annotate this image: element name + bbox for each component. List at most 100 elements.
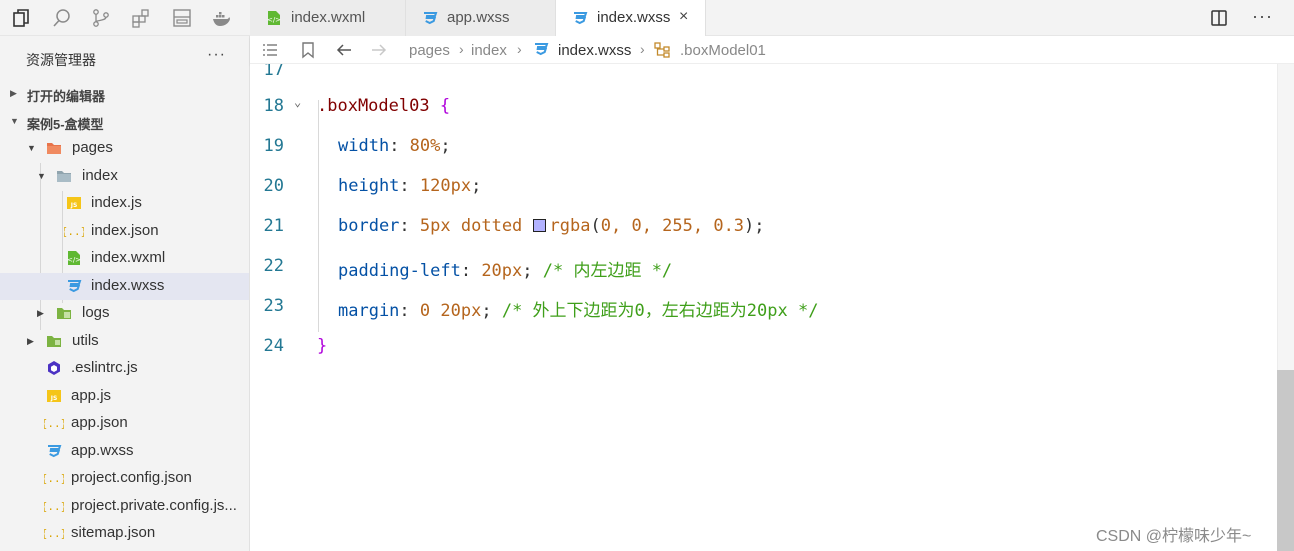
css-property: border bbox=[338, 216, 400, 236]
breadcrumb-item[interactable]: pages bbox=[409, 42, 450, 59]
tree-item-label: utils bbox=[72, 332, 99, 349]
code-text: border: 5px dotted rgba(0, 0, 255, 0.3); bbox=[338, 216, 765, 236]
tree-item-file[interactable]: {..} index.json bbox=[0, 218, 249, 245]
line-number: 19 bbox=[263, 136, 284, 156]
fold-chevron-icon[interactable]: ⌄ bbox=[294, 95, 301, 109]
activity-bar bbox=[0, 0, 250, 36]
tree-item-file[interactable]: {..} project.config.json bbox=[0, 465, 249, 492]
js-file-icon: JS bbox=[46, 388, 62, 404]
tree-item-label: app.json bbox=[71, 414, 128, 431]
open-editors-section[interactable]: ▶ 打开的编辑器 bbox=[0, 80, 249, 107]
code-comment: /* 外上下边距为0，左右边距为20px */ bbox=[501, 301, 819, 321]
tree-item-file[interactable]: JS app.js bbox=[0, 383, 249, 410]
bookmark-icon[interactable] bbox=[299, 41, 317, 59]
tree-item-label: index bbox=[82, 167, 118, 184]
code-line: 18 ⌄ .boxModel03 { bbox=[250, 87, 1277, 127]
tree-item-file[interactable]: {..} sitemap.json bbox=[0, 520, 249, 547]
line-number: 23 bbox=[263, 296, 284, 316]
more-actions-button[interactable]: ··· bbox=[1252, 6, 1273, 27]
css-property: padding-left bbox=[338, 261, 461, 281]
chevron-right-icon: ▶ bbox=[10, 88, 17, 98]
list-icon[interactable] bbox=[261, 41, 279, 59]
tree-item-index-folder[interactable]: ▼ index bbox=[0, 163, 249, 190]
scrollbar-thumb[interactable] bbox=[1277, 370, 1294, 551]
storage-icon[interactable] bbox=[172, 8, 192, 28]
css-file-icon bbox=[46, 443, 62, 459]
back-arrow-icon[interactable] bbox=[335, 41, 353, 59]
json-file-icon: {..} bbox=[41, 470, 68, 486]
explorer-more-button[interactable]: ··· bbox=[207, 46, 226, 64]
line-number: 22 bbox=[263, 256, 284, 276]
code-text: padding-left: 20px; /* 内左边距 */ bbox=[338, 261, 673, 281]
breadcrumb-item[interactable]: index.wxss bbox=[558, 42, 631, 59]
eslint-file-icon bbox=[46, 360, 62, 376]
docker-icon[interactable] bbox=[211, 8, 231, 28]
tree-item-label: project.config.json bbox=[71, 469, 192, 486]
search-icon[interactable] bbox=[52, 8, 72, 28]
css-file-icon bbox=[572, 10, 588, 26]
tree-item-file[interactable]: .eslintrc.js bbox=[0, 355, 249, 382]
breadcrumb-item[interactable]: .boxModel01 bbox=[680, 42, 766, 59]
tree-item-file[interactable]: app.wxss bbox=[0, 438, 249, 465]
tree-item-file[interactable]: JS index.js bbox=[0, 190, 249, 217]
chevron-right-icon: › bbox=[517, 41, 522, 57]
close-icon[interactable]: × bbox=[679, 8, 688, 26]
tree-item-label: logs bbox=[82, 304, 110, 321]
chevron-right-icon: ▶ bbox=[27, 336, 34, 346]
css-value: 0 bbox=[419, 301, 431, 321]
tree-item-file[interactable]: {..} app.json bbox=[0, 410, 249, 437]
project-section[interactable]: ▼ 案例5-盒模型 bbox=[0, 108, 249, 135]
close-brace: } bbox=[317, 336, 328, 356]
explorer-icon[interactable] bbox=[11, 8, 31, 28]
tree-item-pages[interactable]: ▼ pages bbox=[0, 135, 249, 162]
tab-index-wxss[interactable]: index.wxss × bbox=[556, 0, 706, 36]
line-number: 20 bbox=[263, 176, 284, 196]
forward-arrow-icon[interactable] bbox=[370, 41, 388, 59]
tree-item-label: .eslintrc.js bbox=[71, 359, 138, 376]
source-control-icon[interactable] bbox=[91, 8, 111, 28]
symbol-class-icon bbox=[653, 41, 671, 59]
line-number: 18 bbox=[263, 96, 284, 116]
code-text: .boxModel03 { bbox=[317, 96, 450, 116]
css-value: 5px bbox=[419, 216, 451, 236]
tab-app-wxss[interactable]: app.wxss bbox=[406, 0, 556, 36]
breadcrumb-item[interactable]: index bbox=[471, 42, 507, 59]
project-label: 案例5-盒模型 bbox=[27, 117, 104, 132]
extensions-icon[interactable] bbox=[131, 8, 151, 28]
tree-item-label: app.wxss bbox=[71, 442, 134, 459]
css-value: 80% bbox=[409, 136, 441, 156]
css-selector: .boxModel03 bbox=[317, 96, 430, 116]
svg-text:</>: </> bbox=[267, 16, 281, 24]
tree-item-logs-folder[interactable]: ▶ logs bbox=[0, 300, 249, 327]
css-value: 20px bbox=[440, 301, 482, 321]
code-line: 24 } bbox=[250, 327, 1277, 367]
explorer-sidebar: 资源管理器 ··· ▶ 打开的编辑器 ▼ 案例5-盒模型 ▼ pages ▼ i… bbox=[0, 36, 250, 551]
tree-item-label: index.json bbox=[91, 222, 159, 239]
wxml-file-icon: </> bbox=[66, 250, 82, 266]
json-file-icon: {..} bbox=[41, 498, 68, 514]
explorer-header: 资源管理器 ··· bbox=[0, 36, 249, 80]
editor-tab-bar: </> index.wxml app.wxss index.wxss × ··· bbox=[250, 0, 1294, 36]
tree-item-file-selected[interactable]: index.wxss bbox=[0, 273, 249, 300]
code-line: 21 border: 5px dotted rgba(0, 0, 255, 0.… bbox=[250, 207, 1277, 247]
code-editor[interactable]: 17 18 ⌄ .boxModel03 { 19 width: 80%; 20 … bbox=[250, 64, 1277, 551]
code-text: } bbox=[317, 336, 327, 356]
svg-text:{..}: {..} bbox=[44, 500, 64, 513]
json-file-icon: {..} bbox=[61, 223, 88, 239]
css-value: 20px bbox=[481, 261, 523, 281]
tree-item-file[interactable]: </> index.wxml bbox=[0, 245, 249, 272]
split-editor-icon[interactable] bbox=[1210, 9, 1228, 27]
js-file-icon: JS bbox=[66, 195, 82, 211]
tab-index-wxml[interactable]: </> index.wxml bbox=[250, 0, 406, 36]
chevron-right-icon: › bbox=[640, 41, 645, 57]
color-swatch[interactable] bbox=[532, 219, 546, 232]
watermark: CSDN @柠檬味少年~ bbox=[1096, 528, 1252, 545]
tree-item-utils-folder[interactable]: ▶ utils bbox=[0, 328, 249, 355]
svg-text:{..}: {..} bbox=[44, 417, 64, 430]
chevron-down-icon: ▼ bbox=[27, 143, 36, 153]
tree-item-file[interactable]: {..} project.private.config.js... bbox=[0, 493, 249, 520]
css-value: 120px bbox=[419, 176, 472, 196]
code-line: 23 margin: 0 20px; /* 外上下边距为0，左右边距为20px … bbox=[250, 287, 1277, 327]
svg-text:JS: JS bbox=[70, 202, 78, 209]
open-brace: { bbox=[429, 96, 451, 116]
